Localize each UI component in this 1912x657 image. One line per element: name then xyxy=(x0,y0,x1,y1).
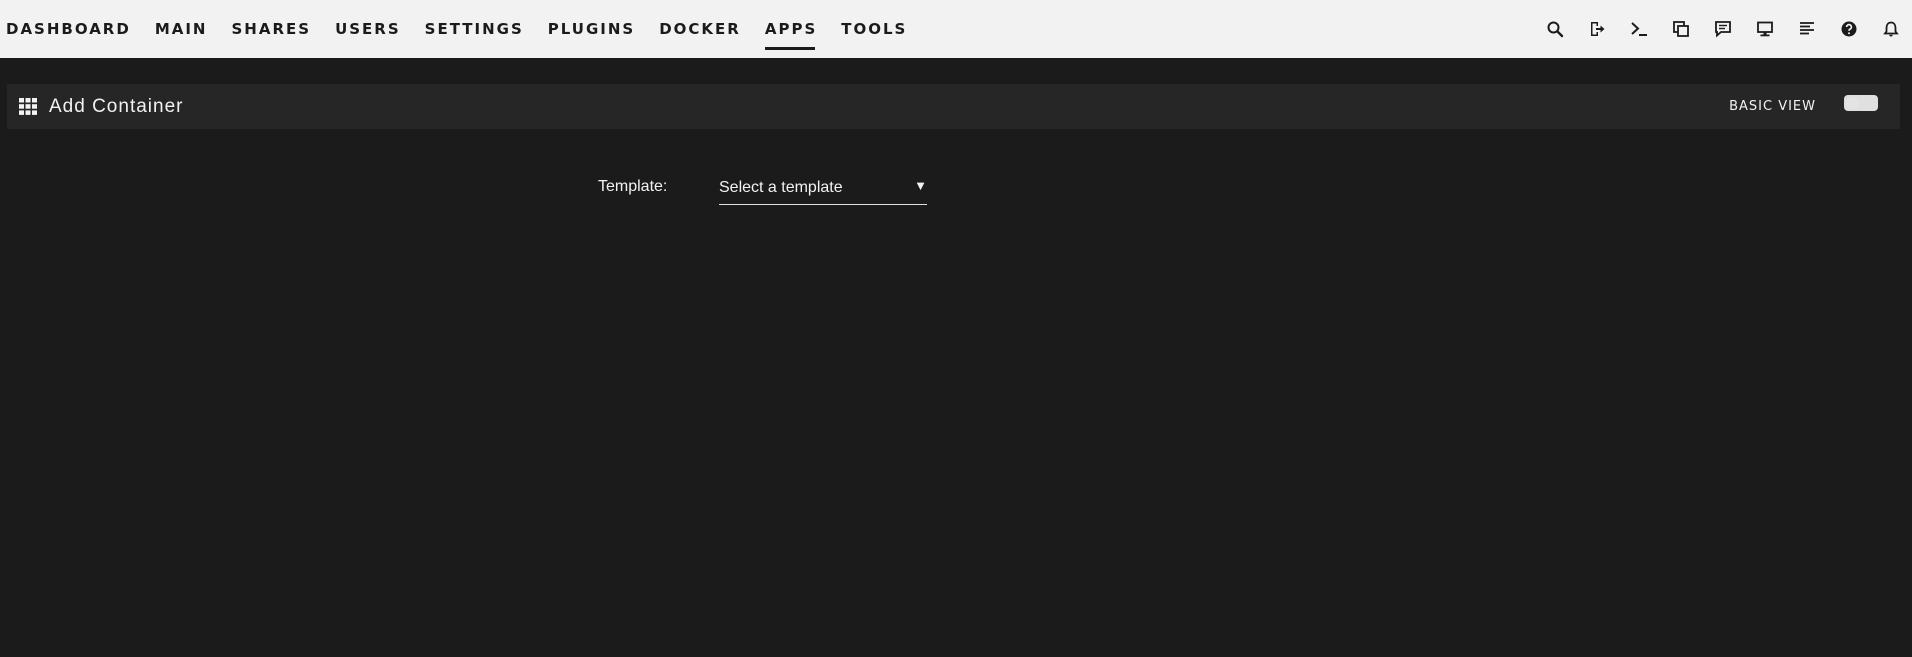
template-select-value: Select a template xyxy=(719,179,843,196)
logout-icon xyxy=(1591,22,1605,36)
copy-button[interactable] xyxy=(1660,0,1702,58)
nav-tab-main[interactable]: MAIN xyxy=(155,0,208,58)
nav-tab-tools[interactable]: TOOLS xyxy=(841,0,907,58)
basic-view-label: BASIC VIEW xyxy=(1729,99,1816,114)
search-button[interactable] xyxy=(1534,0,1576,58)
toggle-knob xyxy=(1846,97,1858,109)
toolbar-icons xyxy=(1534,0,1912,58)
page-title: Add Container xyxy=(49,96,184,117)
copy-icon xyxy=(1673,21,1689,37)
terminal-icon xyxy=(1631,22,1647,36)
nav-tab-shares[interactable]: SHARES xyxy=(231,0,311,58)
top-navigation-bar: DASHBOARD MAIN SHARES USERS SETTINGS PLU… xyxy=(0,0,1912,58)
caret-down-icon: ▼ xyxy=(914,178,927,193)
grid-icon xyxy=(19,98,37,115)
main-menu: DASHBOARD MAIN SHARES USERS SETTINGS PLU… xyxy=(6,0,931,58)
nav-tab-users[interactable]: USERS xyxy=(335,0,401,58)
terminal-button[interactable] xyxy=(1618,0,1660,58)
nav-tab-apps[interactable]: APPS xyxy=(764,0,817,58)
help-icon xyxy=(1841,21,1857,37)
log-icon xyxy=(1800,22,1814,35)
log-button[interactable] xyxy=(1786,0,1828,58)
logout-button[interactable] xyxy=(1576,0,1618,58)
add-container-panel-header: Add Container BASIC VIEW xyxy=(7,84,1900,129)
notifications-button[interactable] xyxy=(1870,0,1912,58)
nav-tab-settings[interactable]: SETTINGS xyxy=(425,0,524,58)
system-info-button[interactable] xyxy=(1744,0,1786,58)
basic-view-toggle[interactable] xyxy=(1844,95,1878,111)
nav-tab-dashboard[interactable]: DASHBOARD xyxy=(6,0,131,58)
feedback-icon xyxy=(1715,21,1731,38)
nav-tab-docker[interactable]: DOCKER xyxy=(659,0,741,58)
help-button[interactable] xyxy=(1828,0,1870,58)
monitor-icon xyxy=(1757,21,1773,37)
search-icon xyxy=(1547,21,1564,38)
bell-icon xyxy=(1883,21,1899,37)
feedback-button[interactable] xyxy=(1702,0,1744,58)
template-label: Template: xyxy=(598,178,668,195)
template-select[interactable]: Select a template ▼ xyxy=(719,176,927,205)
nav-tab-plugins[interactable]: PLUGINS xyxy=(548,0,635,58)
